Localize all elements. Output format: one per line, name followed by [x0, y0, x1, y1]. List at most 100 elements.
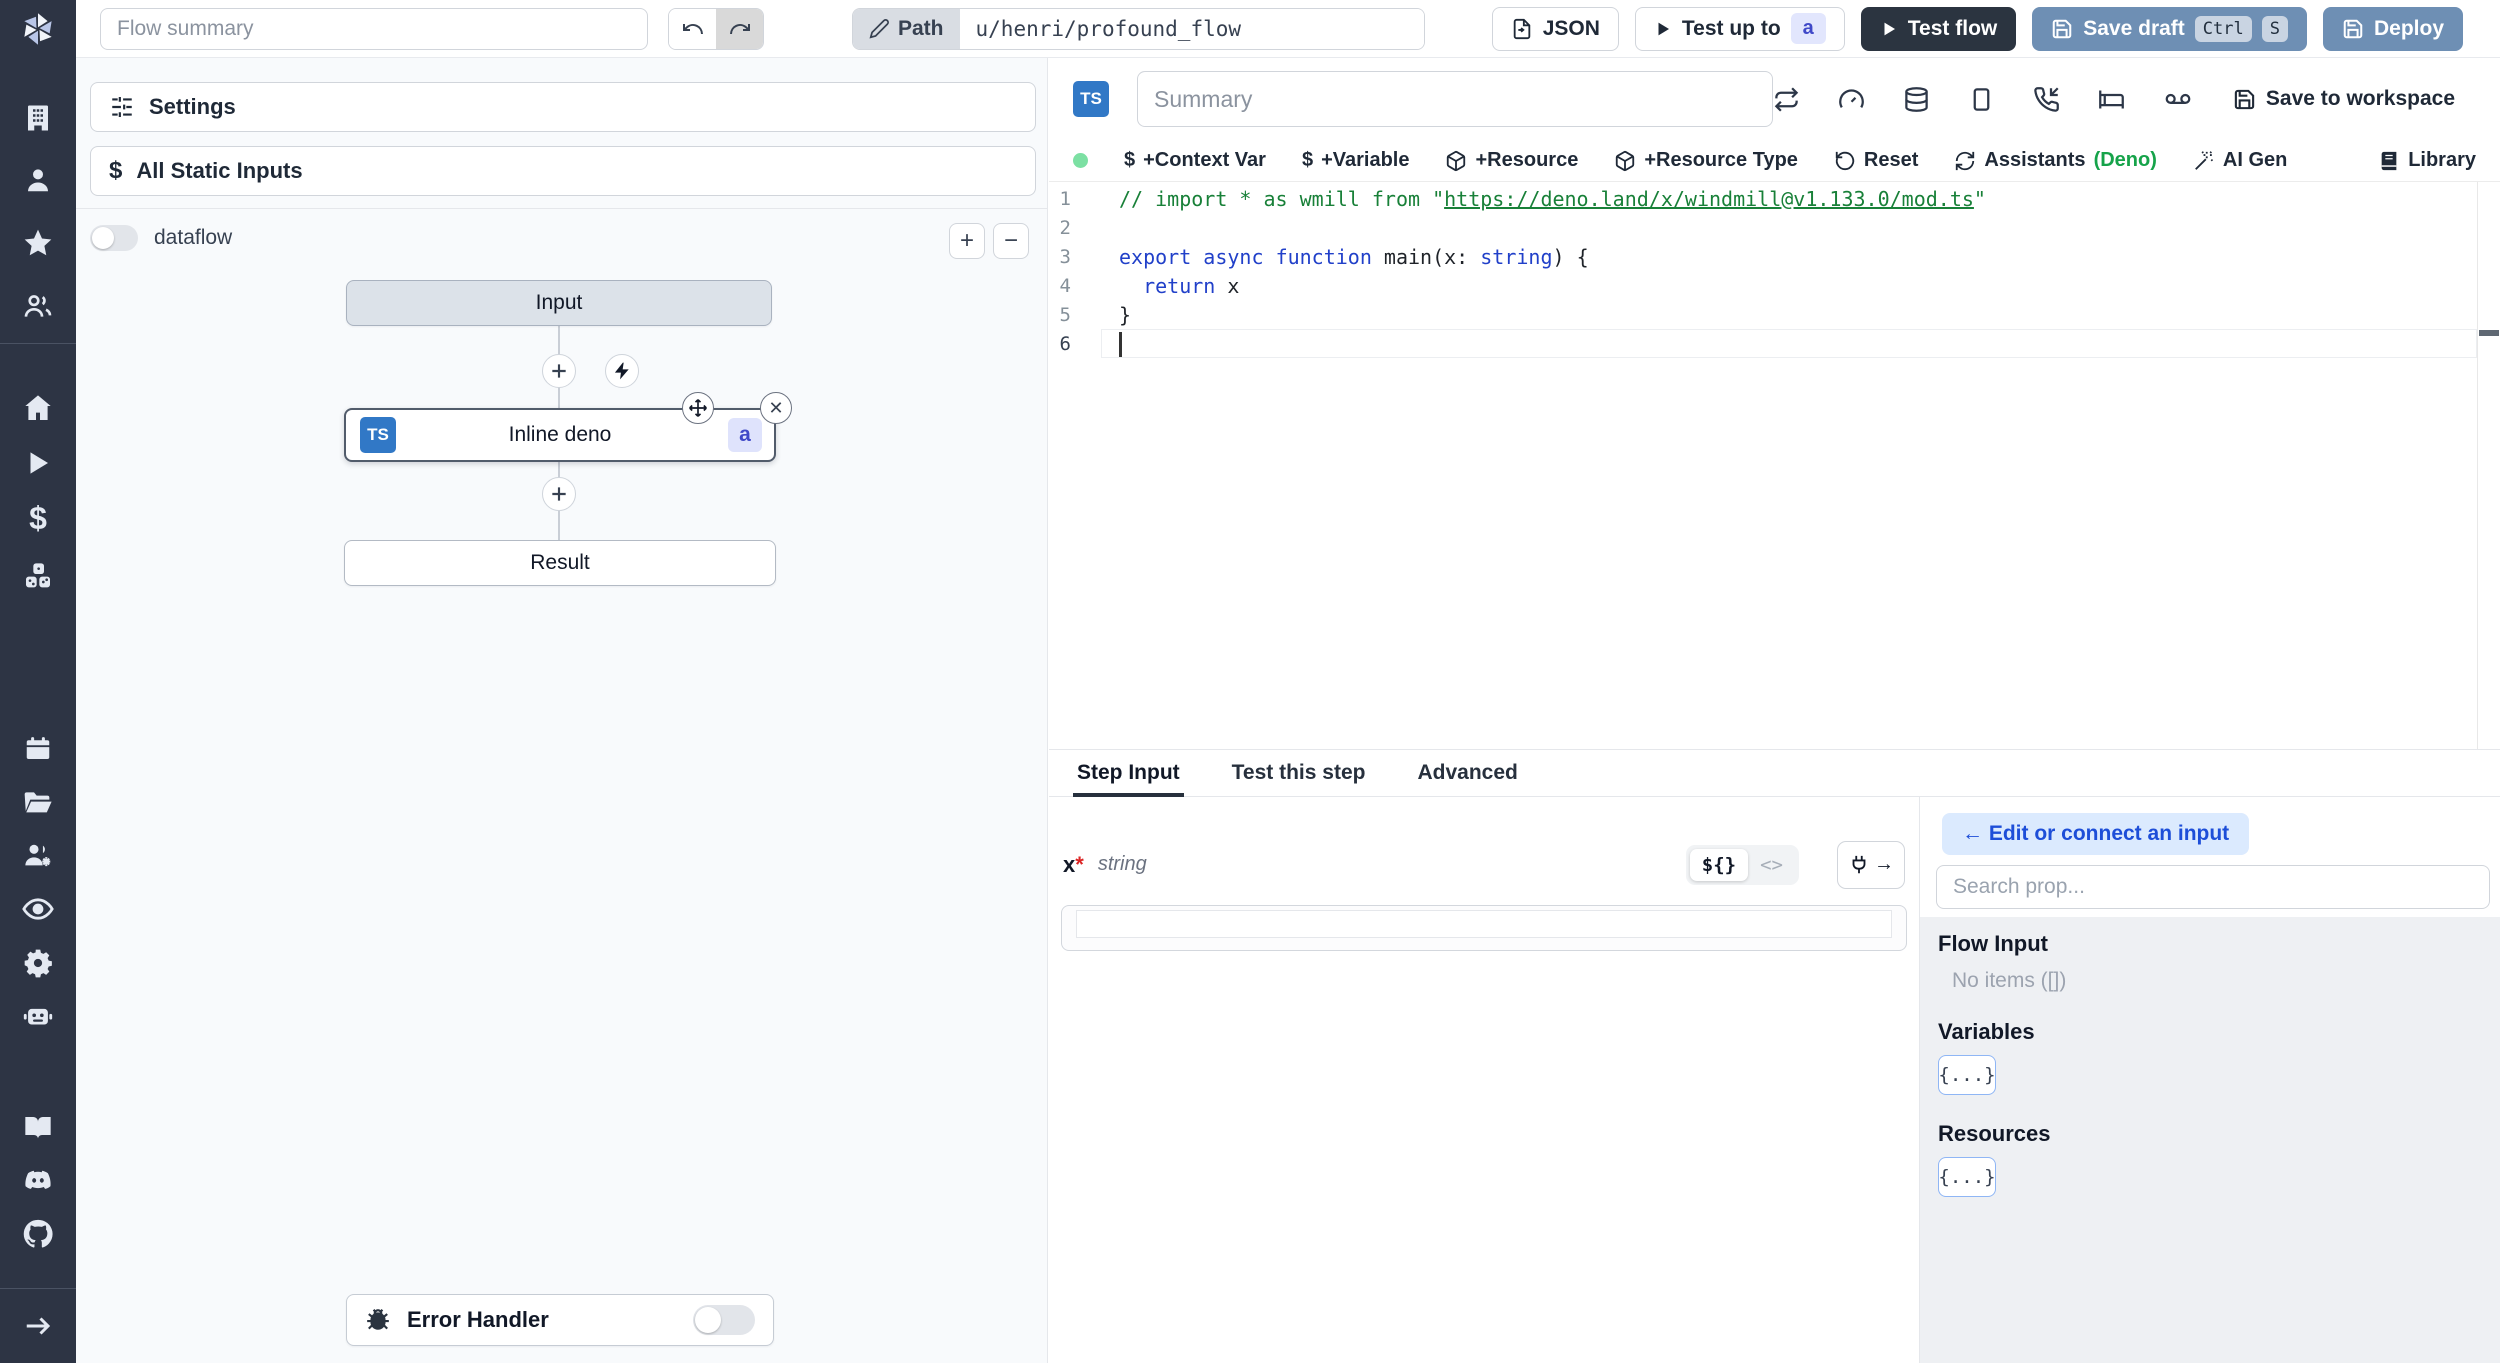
rail-expand[interactable] — [16, 1304, 60, 1348]
all-static-inputs-button[interactable]: $ All Static Inputs — [90, 146, 1036, 196]
code-line: 5} — [1059, 302, 1132, 327]
rail-user[interactable] — [16, 158, 60, 202]
tab-step-input[interactable]: Step Input — [1073, 750, 1184, 797]
rail-home[interactable] — [16, 386, 60, 430]
lifetime-button[interactable] — [2163, 86, 2193, 113]
test-up-to-button[interactable]: Test up to a — [1634, 6, 1845, 51]
assistants-button[interactable]: Assistants (Deno) — [1954, 149, 2157, 172]
early-stop-button[interactable] — [1838, 86, 1865, 113]
robot-icon — [23, 1008, 53, 1025]
rail-team[interactable] — [16, 284, 60, 328]
test-up-to-label: Test up to — [1681, 16, 1781, 40]
retries-button[interactable] — [1773, 86, 1800, 113]
save-draft-button[interactable]: Save draft Ctrl S — [2032, 6, 2307, 51]
path-group: Path — [852, 7, 1425, 50]
expr-mode-button[interactable]: ${} — [1689, 848, 1749, 881]
pencil-icon — [869, 19, 889, 39]
edit-or-connect-button[interactable]: ← Edit or connect an input — [1942, 812, 2250, 855]
tab-test-this-step[interactable]: Test this step — [1232, 750, 1366, 796]
delete-step-button[interactable]: ✕ — [760, 392, 792, 424]
book-open-icon — [25, 1117, 51, 1139]
reset-button[interactable]: Reset — [1834, 149, 1918, 172]
add-step-button-bottom[interactable] — [542, 477, 576, 511]
undo-button[interactable] — [669, 8, 716, 49]
library-button[interactable]: Library — [2378, 149, 2476, 172]
tab-advanced[interactable]: Advanced — [1417, 750, 1517, 796]
node-input-label: Input — [535, 291, 583, 314]
add-context-var-label: +Context Var — [1143, 149, 1266, 171]
field-x-value-input[interactable] — [1061, 904, 1907, 951]
flow-input-title: Flow Input — [1938, 930, 2048, 956]
add-trigger-button[interactable] — [605, 354, 639, 388]
deploy-label: Deploy — [2373, 16, 2444, 40]
rail-folders[interactable] — [16, 781, 60, 825]
zoom-out-button[interactable]: − — [993, 223, 1029, 259]
node-input[interactable]: Input — [346, 280, 772, 326]
windmill-logo[interactable] — [16, 7, 60, 51]
save-icon — [2052, 19, 2072, 38]
zoom-in-button[interactable]: + — [949, 223, 985, 259]
dataflow-toggle[interactable] — [90, 225, 138, 251]
rail-settings[interactable] — [16, 941, 60, 985]
rail-variables[interactable]: $ — [16, 496, 60, 540]
test-flow-button[interactable]: Test flow — [1860, 6, 2017, 51]
mock-button[interactable] — [1968, 86, 1995, 113]
code-line: 2 — [1059, 216, 1071, 239]
save-to-workspace-button[interactable]: Save to workspace — [2233, 87, 2455, 111]
move-step-button[interactable] — [682, 392, 714, 424]
typescript-badge: TS — [360, 417, 396, 453]
add-variable-label: +Variable — [1321, 149, 1410, 171]
dollar-icon: $ — [109, 157, 123, 184]
rail-schedules[interactable] — [16, 727, 60, 771]
rail-github[interactable] — [16, 1212, 60, 1256]
bug-icon — [367, 1309, 389, 1330]
star-icon — [24, 229, 52, 256]
rail-favorites[interactable] — [16, 221, 60, 265]
resources-title: Resources — [1938, 1120, 2051, 1146]
flow-input-empty: No items ([]) — [1952, 968, 2067, 992]
add-resource-button[interactable]: +Resource — [1445, 149, 1578, 172]
cache-button[interactable] — [1903, 86, 1930, 113]
field-x-row: x * string ${} <> → — [1063, 840, 1905, 889]
ai-gen-button[interactable]: AI Gen — [2193, 149, 2287, 172]
add-variable-button[interactable]: $ +Variable — [1302, 149, 1410, 172]
deploy-button[interactable]: Deploy — [2322, 6, 2463, 51]
code-mode-button[interactable]: <> — [1748, 849, 1795, 881]
path-edit-button[interactable]: Path — [853, 8, 960, 49]
redo-button[interactable] — [716, 8, 763, 49]
resources-expand-button[interactable]: {...} — [1938, 1156, 1996, 1197]
rail-resources[interactable] — [16, 554, 60, 598]
rail-groups[interactable] — [16, 834, 60, 878]
rail-workspace[interactable] — [16, 96, 60, 140]
variables-expand-button[interactable]: {...} — [1938, 1054, 1996, 1095]
rail-workers[interactable] — [16, 994, 60, 1038]
flow-summary-input[interactable] — [100, 7, 648, 50]
cursor-ruler-mark — [2479, 330, 2499, 336]
bed-icon — [2099, 90, 2124, 108]
rail-runs[interactable] — [16, 441, 60, 485]
flow-settings-button[interactable]: Settings — [90, 82, 1036, 132]
node-result[interactable]: Result — [344, 540, 776, 586]
play-icon — [1884, 22, 1895, 35]
input-mode-toggle: ${} <> — [1685, 844, 1799, 885]
code-editor[interactable]: 1// import * as wmill from "https://deno… — [1049, 182, 2500, 749]
rail-audit[interactable] — [16, 887, 60, 931]
rail-discord[interactable] — [16, 1159, 60, 1203]
step-summary-input[interactable] — [1137, 71, 1773, 127]
assistants-lang-label: (Deno) — [2093, 149, 2157, 171]
add-resource-type-button[interactable]: +Resource Type — [1614, 149, 1798, 172]
error-handler-node[interactable]: Error Handler — [346, 1294, 774, 1346]
add-step-button-top[interactable] — [542, 354, 576, 388]
add-context-var-button[interactable]: $ +Context Var — [1124, 149, 1266, 172]
sleep-button[interactable] — [2098, 86, 2125, 113]
json-button[interactable]: JSON — [1491, 6, 1619, 51]
error-handler-toggle[interactable] — [693, 1305, 755, 1335]
home-icon — [25, 395, 51, 420]
save-draft-label: Save draft — [2083, 16, 2185, 40]
prop-search-input[interactable] — [1936, 864, 2490, 909]
rail-docs[interactable] — [16, 1105, 60, 1149]
suspend-button[interactable] — [2033, 86, 2060, 113]
field-name: x — [1063, 851, 1076, 877]
connect-input-button[interactable]: → — [1837, 840, 1905, 889]
path-input[interactable] — [959, 8, 1424, 49]
